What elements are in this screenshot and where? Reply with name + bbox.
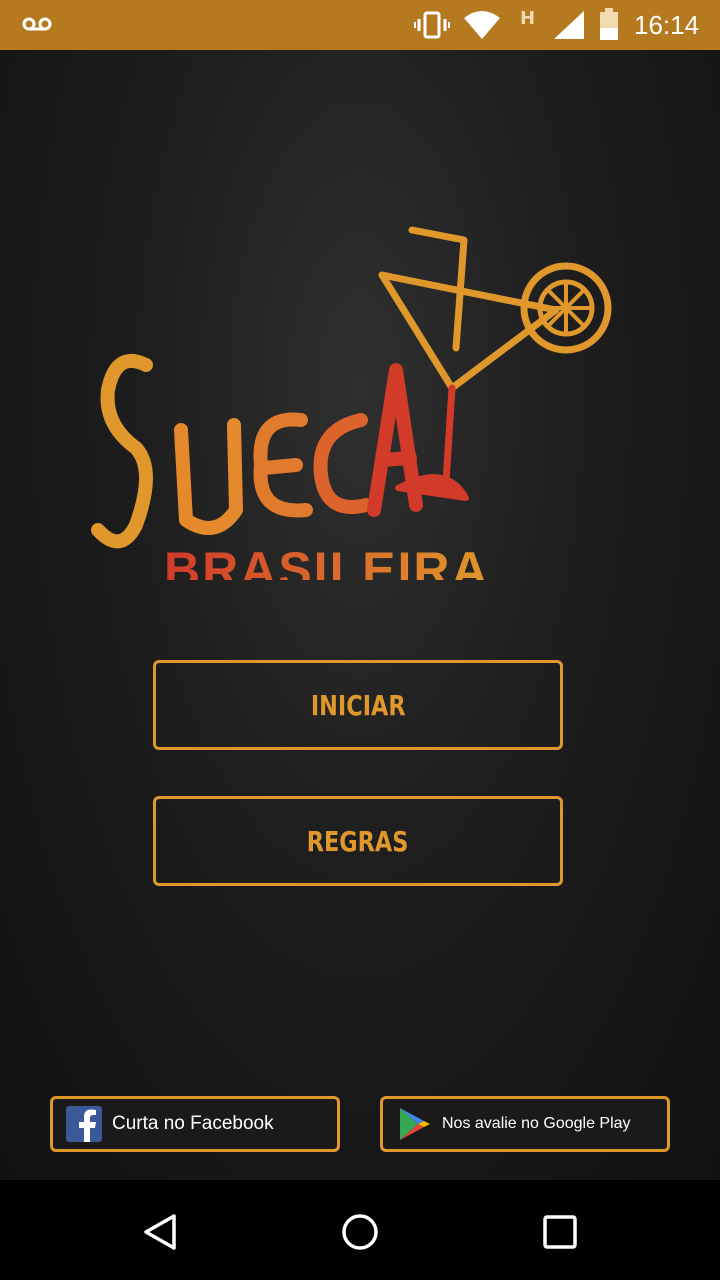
network-type-label: H — [520, 8, 536, 29]
start-button-label: INICIAR — [310, 688, 406, 722]
logo-subtitle: BRASILEIRA — [164, 542, 490, 580]
facebook-label: Curta no Facebook — [112, 1113, 274, 1134]
main-screen: BRASILEIRA INICIAR REGRAS Curta no Faceb… — [0, 50, 720, 1180]
clock: 16:14 — [634, 10, 700, 40]
start-button[interactable]: INICIAR — [153, 660, 563, 750]
vibrate-icon — [414, 11, 450, 39]
google-play-label: Nos avalie no Google Play — [442, 1115, 631, 1132]
wifi-icon — [464, 11, 500, 39]
navigation-bar — [0, 1180, 720, 1280]
google-play-icon — [400, 1108, 430, 1140]
home-icon[interactable] — [340, 1212, 380, 1252]
app-logo: BRASILEIRA — [91, 226, 612, 580]
recent-apps-icon[interactable] — [540, 1212, 580, 1252]
battery-icon — [600, 8, 618, 40]
facebook-like-button[interactable]: Curta no Facebook — [50, 1096, 340, 1152]
back-icon[interactable] — [140, 1212, 180, 1252]
facebook-icon — [66, 1106, 102, 1142]
rules-button[interactable]: REGRAS — [153, 796, 563, 886]
signal-icon — [554, 11, 584, 39]
status-bar: H 16:14 — [0, 0, 720, 50]
google-play-rate-button[interactable]: Nos avalie no Google Play — [380, 1096, 670, 1152]
voicemail-icon — [22, 17, 52, 31]
rules-button-label: REGRAS — [307, 824, 409, 858]
